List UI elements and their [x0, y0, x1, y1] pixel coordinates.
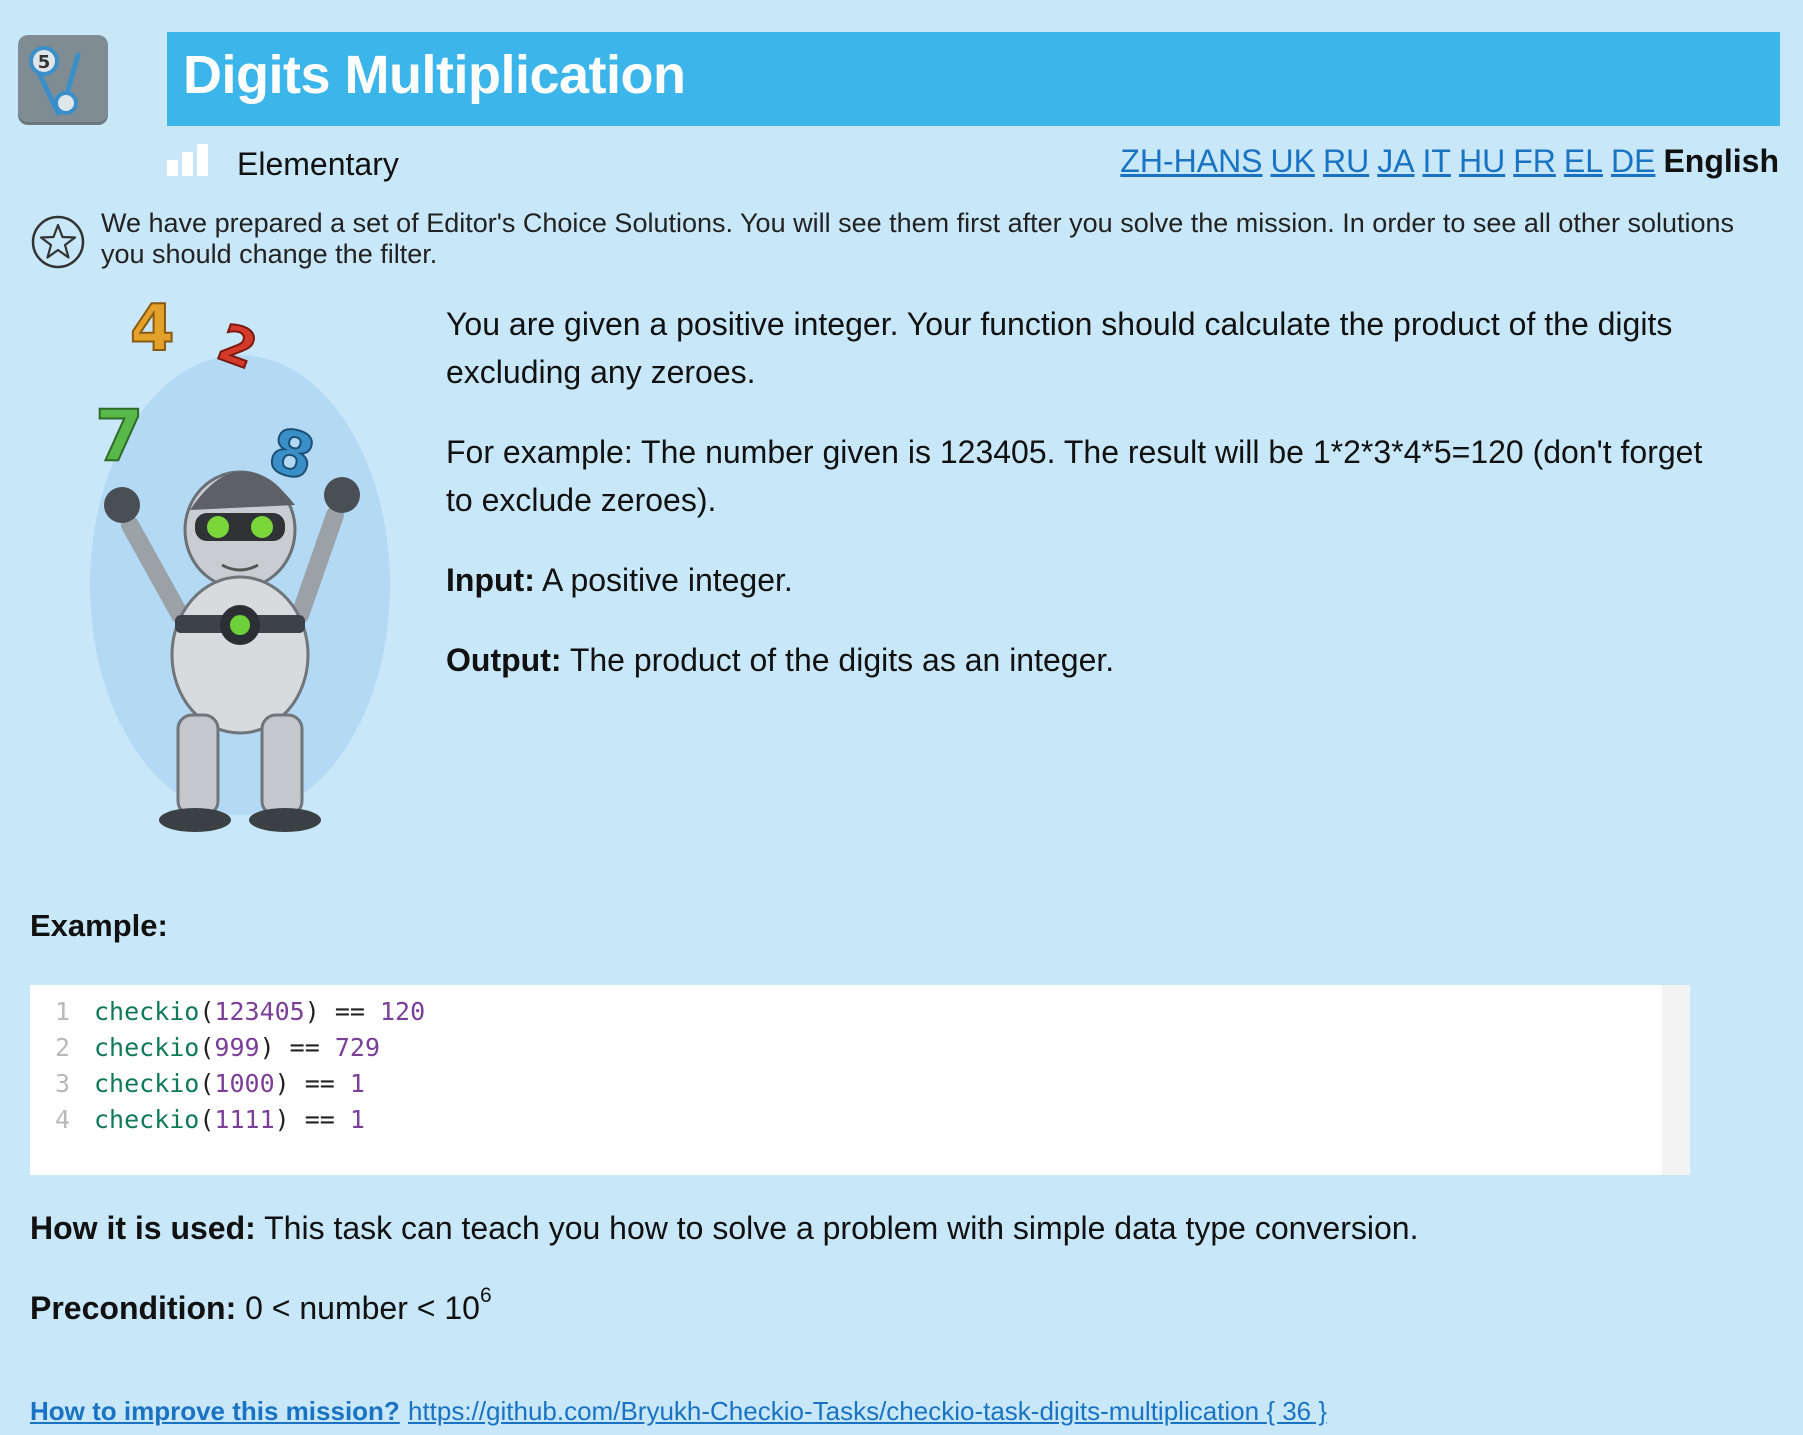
code-result: 1: [349, 1105, 365, 1134]
svg-text:5: 5: [38, 52, 51, 73]
code-result: 1: [349, 1069, 365, 1098]
editors-choice-notice: We have prepared a set of Editor's Choic…: [101, 208, 1735, 269]
page-title: Digits Multiplication: [183, 45, 686, 105]
code-function: checkio: [94, 1033, 200, 1062]
robot-illustration: 4 2 7 8: [60, 285, 420, 865]
example-heading: Example:: [30, 908, 168, 943]
how-it-is-used: How it is used: This task can teach you …: [30, 1210, 1418, 1247]
line-number: 2: [54, 1033, 70, 1062]
github-repo-link[interactable]: https://github.com/Bryukh-Checkio-Tasks/…: [408, 1396, 1327, 1427]
code-result: 120: [380, 997, 426, 1026]
mission-icon: 5: [18, 35, 108, 125]
lang-link-zh-hans[interactable]: ZH-HANS: [1120, 143, 1262, 179]
code-line: 4 checkio(1111) == 1: [30, 1105, 365, 1141]
input-label: Input:: [446, 562, 535, 598]
code-line: 1 checkio(123405) == 120: [30, 997, 425, 1033]
input-spec: Input: A positive integer.: [446, 556, 1706, 604]
mission-description: You are given a positive integer. Your f…: [446, 300, 1706, 716]
precondition: Precondition: 0 < number < 106: [30, 1284, 492, 1327]
star-icon: [30, 214, 86, 270]
precondition-exponent: 6: [479, 1284, 492, 1307]
line-number: 1: [54, 997, 70, 1026]
code-result: 729: [334, 1033, 380, 1062]
output-spec: Output: The product of the digits as an …: [446, 636, 1706, 684]
code-line: 2 checkio(999) == 729: [30, 1033, 380, 1069]
how-used-text: This task can teach you how to solve a p…: [255, 1210, 1419, 1246]
line-number: 4: [54, 1105, 70, 1134]
precondition-text: 0 < number < 10: [236, 1290, 480, 1326]
input-text: A positive integer.: [534, 562, 793, 598]
improve-mission-link[interactable]: How to improve this mission?: [30, 1396, 400, 1427]
how-used-label: How it is used:: [30, 1210, 256, 1246]
code-argument: 1000: [214, 1069, 275, 1098]
svg-text:4: 4: [130, 292, 175, 366]
code-operator: ) ==: [274, 1105, 350, 1134]
code-operator: ) ==: [304, 997, 380, 1026]
lang-link-fr[interactable]: FR: [1513, 143, 1556, 179]
svg-text:7: 7: [95, 395, 144, 477]
description-example: For example: The number given is 123405.…: [446, 434, 1703, 518]
code-argument: 1111: [214, 1105, 275, 1134]
lang-link-it[interactable]: IT: [1423, 143, 1451, 179]
language-switcher: ZH-HANS UK RU JA IT HU FR EL DE English: [1112, 143, 1779, 180]
lang-link-ja[interactable]: JA: [1377, 143, 1414, 179]
current-language: English: [1663, 143, 1779, 179]
lang-link-uk[interactable]: UK: [1271, 143, 1315, 179]
output-text: The product of the digits as an integer.: [561, 642, 1115, 678]
lang-link-el[interactable]: EL: [1564, 143, 1603, 179]
difficulty-bars-icon: [167, 144, 211, 176]
code-line: 3 checkio(1000) == 1: [30, 1069, 365, 1105]
difficulty-label: Elementary: [237, 146, 399, 182]
code-function: checkio: [94, 1069, 200, 1098]
code-operator: ) ==: [259, 1033, 335, 1062]
code-example: 1 checkio(123405) == 120 2 checkio(999) ==…: [30, 985, 1690, 1175]
code-argument: 123405: [214, 997, 305, 1026]
precondition-label: Precondition:: [30, 1290, 237, 1326]
lang-link-de[interactable]: DE: [1611, 143, 1655, 179]
code-function: checkio: [94, 1105, 200, 1134]
lang-link-ru[interactable]: RU: [1323, 143, 1369, 179]
code-operator: ) ==: [274, 1069, 350, 1098]
lang-link-hu[interactable]: HU: [1459, 143, 1505, 179]
output-label: Output:: [446, 642, 562, 678]
code-argument: 999: [214, 1033, 260, 1062]
code-function: checkio: [94, 997, 200, 1026]
line-number: 3: [54, 1069, 70, 1098]
description-paragraph: You are given a positive integer. Your f…: [446, 306, 1673, 390]
